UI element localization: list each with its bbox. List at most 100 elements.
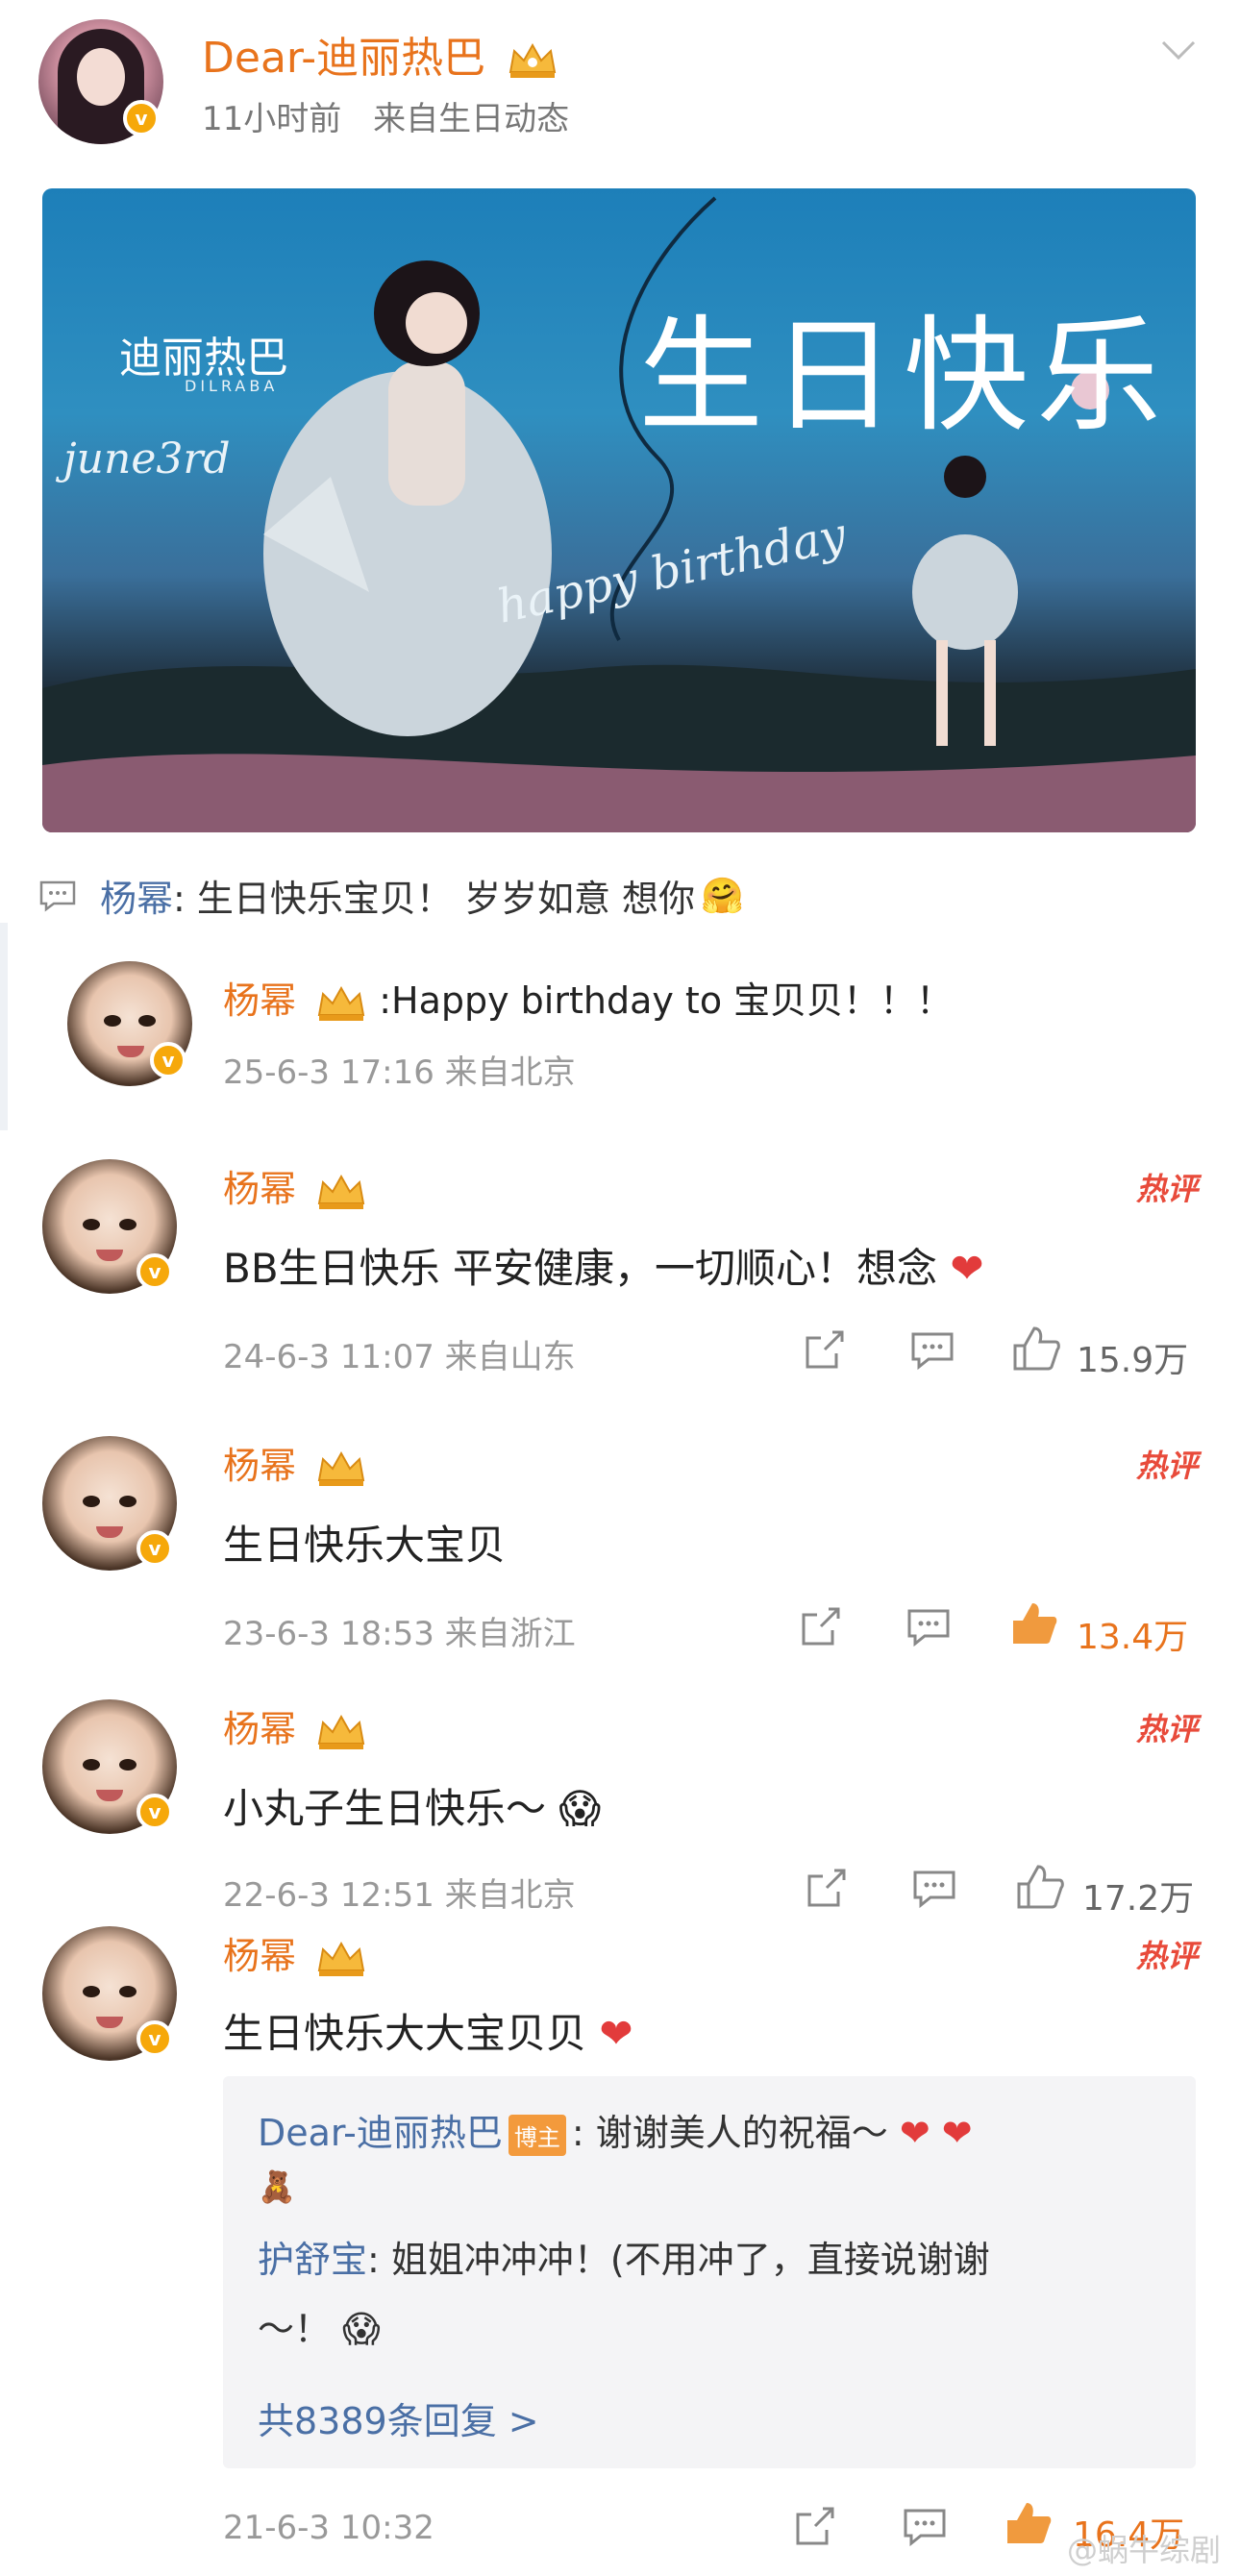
commenter-name[interactable]: 杨幂: [223, 1699, 367, 1752]
reply-text-cont: ～！: [258, 2308, 332, 2350]
reply-item: 护舒宝: 姐姐冲冲冲！(不用冲了，直接说谢谢: [258, 2230, 990, 2283]
verified-badge-icon: v: [150, 1042, 186, 1078]
banner-name: 迪丽热巴: [119, 334, 288, 383]
share-icon[interactable]: [804, 1328, 846, 1371]
reply-author[interactable]: 护舒宝: [258, 2239, 367, 2281]
avatar-eye: [119, 1759, 136, 1771]
verified-badge-icon: v: [136, 2020, 173, 2057]
view-more-replies-link[interactable]: 共8389条回复 >: [258, 2391, 539, 2444]
commenter-name-text: 杨幂: [223, 1935, 297, 1977]
banner-name-latin: DILRABA: [185, 377, 279, 395]
avatar-eye: [138, 1015, 156, 1027]
hot-comment-badge: 热评: [1135, 1448, 1198, 1484]
blogger-tag: 博主: [508, 2115, 566, 2156]
watermark: @蜗牛综剧: [1066, 2532, 1221, 2568]
comment-text-body: 小丸子生日快乐～: [223, 1785, 547, 1832]
verified-badge-icon: v: [123, 100, 160, 136]
reply-author[interactable]: Dear-迪丽热巴: [258, 2112, 503, 2154]
commenter-name-text: 杨幂: [223, 1708, 297, 1750]
comment-text-body: BB生日快乐 平安健康，一切顺心！想念: [223, 1245, 937, 1292]
reply-icon[interactable]: [902, 2507, 948, 2547]
avatar-eye: [83, 1496, 100, 1507]
vip-crown-icon: [317, 985, 365, 1021]
hug-emoji-icon: 🤗: [701, 876, 744, 916]
reply-icon[interactable]: [911, 1869, 957, 1909]
sticker-emoji-icon: 🧸: [258, 2168, 296, 2205]
comment-text: 生日快乐大大宝贝贝 ❤: [223, 2001, 633, 2060]
banner-date: june3rd: [63, 434, 231, 483]
avatar-eye: [83, 1219, 100, 1230]
vip-crown-icon: [317, 1714, 365, 1749]
comment-text: 小丸子生日快乐～ 😱: [223, 1776, 601, 1835]
reply-icon[interactable]: [905, 1607, 952, 1647]
commenter-name-text: 杨幂: [223, 1445, 297, 1487]
reply-text: : 谢谢美人的祝福～: [571, 2112, 888, 2154]
like-icon-active[interactable]: [1004, 2499, 1054, 2547]
verified-badge-icon: v: [136, 1794, 173, 1830]
reply-thread[interactable]: Dear-迪丽热巴 博主: 谢谢美人的祝福～ ❤ ❤ 🧸 护舒宝: 姐姐冲冲冲！(…: [223, 2076, 1196, 2468]
reply-item-cont: ～！ 😱: [258, 2299, 381, 2352]
comment-meta: 21-6-3 10:32: [223, 2509, 434, 2547]
heart-emoji-icon: ❤: [599, 2010, 633, 2057]
comment-meta: 24-6-3 11:07 来自山东: [223, 1338, 576, 1376]
comment-text-body: 生日快乐大大宝贝贝: [223, 2010, 587, 2057]
hot-comment-badge: 热评: [1135, 1171, 1198, 1207]
repost-author[interactable]: 杨幂: [100, 869, 173, 922]
comment-text: BB生日快乐 平安健康，一切顺心！想念 ❤: [223, 1236, 984, 1295]
birthday-banner-image[interactable]: 迪丽热巴 DILRABA june3rd 生日快乐 happy birthday: [42, 188, 1196, 832]
commenter-name[interactable]: 杨幂: [223, 1159, 367, 1212]
comment-indent-bar: [0, 923, 8, 1130]
banner-title: 生日快乐: [638, 303, 1170, 449]
avatar-eye: [83, 1986, 100, 1997]
post-source[interactable]: 来自生日动态: [373, 100, 569, 138]
chevron-down-icon[interactable]: [1155, 27, 1202, 73]
commenter-name[interactable]: 杨幂: [223, 1926, 367, 1979]
comment-text: :Happy birthday to 宝贝贝！！！: [379, 979, 954, 1022]
like-count: 17.2万: [1082, 1879, 1195, 1919]
share-icon[interactable]: [806, 1867, 848, 1909]
vip-crown-icon: [317, 1941, 365, 1976]
avatar-eye: [119, 1219, 136, 1230]
like-icon[interactable]: [1011, 1325, 1061, 1373]
commenter-name[interactable]: 杨幂 :Happy birthday to 宝贝贝！！！: [223, 971, 953, 1024]
repost-text: : 生日快乐宝贝！ 岁岁如意 想你: [173, 878, 696, 920]
shy-emoji-icon: 😱: [342, 2308, 381, 2350]
hot-comment-badge: 热评: [1135, 1711, 1198, 1747]
avatar-mouth: [96, 1790, 123, 1801]
verified-badge-icon: v: [136, 1530, 173, 1567]
vip-crown-icon: [317, 1174, 365, 1209]
avatar-eye: [83, 1759, 100, 1771]
share-icon[interactable]: [794, 2505, 836, 2547]
author-name[interactable]: Dear-迪丽热巴: [202, 23, 558, 85]
avatar-mouth: [96, 1250, 123, 1261]
reply-text: : 姐姐冲冲冲！(不用冲了，直接说谢谢: [367, 2239, 990, 2281]
author-name-text: Dear-迪丽热巴: [202, 34, 486, 83]
avatar-mouth: [117, 1046, 144, 1057]
avatar-eye: [119, 1496, 136, 1507]
post-meta: 11小时前 来自生日动态: [202, 92, 590, 139]
avatar-mouth: [96, 1526, 123, 1538]
heart-emoji-icon: ❤: [950, 1245, 984, 1292]
post-time: 11小时前: [202, 100, 342, 138]
avatar-mouth: [96, 2017, 123, 2028]
repost-comment[interactable]: 杨幂 : 生日快乐宝贝！ 岁岁如意 想你 🤗: [38, 869, 744, 922]
avatar-face: [77, 48, 125, 106]
reply-icon[interactable]: [909, 1330, 955, 1371]
vip-crown-icon: [508, 42, 557, 78]
surprised-emoji-icon: 😱: [558, 1785, 602, 1832]
heart-emoji-icon: ❤ ❤: [899, 2112, 973, 2154]
like-icon-active[interactable]: [1009, 1599, 1059, 1647]
reply-item: Dear-迪丽热巴 博主: 谢谢美人的祝福～ ❤ ❤: [258, 2103, 973, 2156]
like-icon[interactable]: [1015, 1863, 1065, 1911]
commenter-name-text: 杨幂: [223, 1168, 297, 1210]
commenter-name-text: 杨幂: [223, 979, 297, 1022]
commenter-name[interactable]: 杨幂: [223, 1436, 367, 1489]
comment-meta: 23-6-3 18:53 来自浙江: [223, 1615, 576, 1653]
post-header: v Dear-迪丽热巴 11小时前 来自生日动态: [0, 0, 1240, 163]
comment-text: 生日快乐大宝贝: [223, 1522, 507, 1569]
comment-meta: 22-6-3 12:51 来自北京: [223, 1876, 576, 1915]
like-count: 13.4万: [1077, 1618, 1189, 1657]
share-icon[interactable]: [800, 1605, 842, 1647]
verified-badge-icon: v: [136, 1253, 173, 1290]
avatar-eye: [119, 1986, 136, 1997]
